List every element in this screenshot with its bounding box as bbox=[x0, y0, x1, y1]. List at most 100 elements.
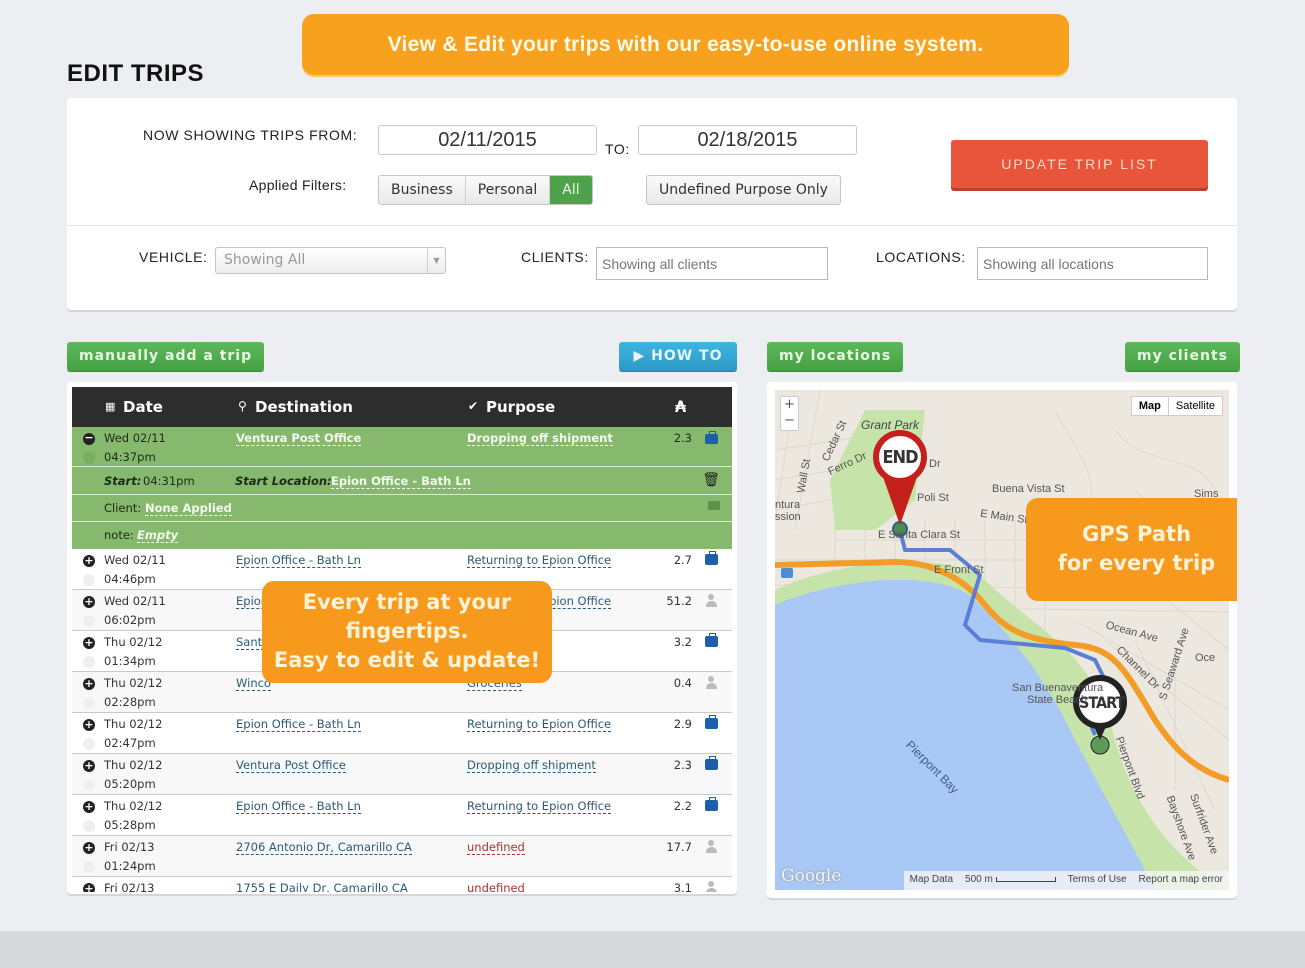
trip-row[interactable]: + Thu 02/12 02:47pm Epion Office - Bath Ln R… bbox=[72, 713, 732, 754]
expand-icon[interactable]: + bbox=[83, 555, 95, 567]
trip-row[interactable]: + Thu 02/12 05:20pm Ventura Post Office Drop… bbox=[72, 754, 732, 795]
map-type-map[interactable]: Map bbox=[1132, 397, 1169, 415]
to-label: TO: bbox=[605, 141, 630, 157]
how-to-button[interactable]: ▶ HOW TO bbox=[619, 342, 737, 371]
status-dot bbox=[83, 615, 95, 627]
trip-row[interactable]: + Fri 02/13 01:24pm 2706 Antonio Dr, Camari… bbox=[72, 836, 732, 877]
trip-date: Fri 02/13 bbox=[104, 881, 155, 892]
trip-purpose-link[interactable]: Returning to Epion Office bbox=[467, 799, 612, 814]
trip-purpose-link[interactable]: undefined bbox=[467, 881, 525, 892]
filter-divider bbox=[67, 225, 1237, 226]
expand-icon[interactable]: + bbox=[83, 842, 95, 854]
trip-row[interactable]: + Thu 02/12 05:28pm Epion Office - Bath Ln R… bbox=[72, 795, 732, 836]
expand-icon[interactable]: + bbox=[83, 760, 95, 772]
trip-miles: 2.7 bbox=[673, 553, 692, 567]
trip-date: Wed 02/11 bbox=[104, 594, 166, 608]
expand-icon[interactable]: + bbox=[83, 637, 95, 649]
header-purpose[interactable]: Purpose bbox=[486, 398, 555, 416]
manually-add-trip-button[interactable]: manually add a trip bbox=[67, 342, 265, 371]
trip-destination-link[interactable]: Epion Office - Bath Ln bbox=[236, 553, 361, 568]
update-trip-list-button[interactable]: UPDATE TRIP LIST bbox=[951, 140, 1208, 188]
expand-icon[interactable]: + bbox=[83, 801, 95, 813]
trip-destination-link[interactable]: Ventura Post Office bbox=[236, 758, 346, 773]
person-icon[interactable] bbox=[705, 676, 718, 689]
trip-table-header: ▦ Date ⚲ Destination ✔ Purpose ₳ bbox=[72, 387, 732, 427]
map-label: E Santa Clara St bbox=[878, 529, 960, 541]
trip-destination-link[interactable]: Epion Office - Bath Ln bbox=[236, 799, 361, 814]
from-label: NOW SHOWING TRIPS FROM: bbox=[143, 127, 358, 143]
trip-miles: 2.3 bbox=[673, 431, 692, 445]
trip-time: 01:24pm bbox=[104, 859, 156, 873]
person-icon[interactable] bbox=[705, 594, 718, 607]
terms-link[interactable]: Terms of Use bbox=[1062, 871, 1133, 890]
my-locations-button[interactable]: my locations bbox=[767, 342, 904, 371]
trip-table-card: ▦ Date ⚲ Destination ✔ Purpose ₳ − Wed 0… bbox=[67, 382, 737, 894]
note-link[interactable]: Empty bbox=[137, 528, 179, 543]
trip-purpose-link[interactable]: Returning to Epion Office bbox=[467, 553, 612, 568]
filter-business[interactable]: Business bbox=[379, 176, 466, 204]
person-icon[interactable] bbox=[705, 840, 718, 853]
trip-row[interactable]: + Fri 02/13 1755 E Daily Dr, Camarillo CA u… bbox=[72, 877, 732, 892]
filter-panel: NOW SHOWING TRIPS FROM: 02/11/2015 TO: 0… bbox=[67, 98, 1237, 310]
from-date-input[interactable]: 02/11/2015 bbox=[378, 125, 597, 155]
briefcase-icon[interactable] bbox=[705, 756, 718, 770]
trip-map[interactable]: END START Grant Park Cedar St Wall St Fe… bbox=[775, 390, 1229, 890]
trip-destination-link[interactable]: 2706 Antonio Dr, Camarillo CA bbox=[236, 840, 412, 855]
callout-line: Every trip at your bbox=[302, 590, 512, 614]
start-location-label: Start Location: bbox=[235, 474, 332, 488]
briefcase-icon[interactable] bbox=[705, 431, 718, 444]
trip-purpose-link[interactable]: Dropping off shipment bbox=[467, 758, 596, 773]
trip-destination-link[interactable]: Epion Office - Bath Ln bbox=[236, 717, 361, 732]
expand-icon[interactable]: + bbox=[83, 596, 95, 608]
trip-date: Wed 02/11 bbox=[104, 553, 166, 567]
trash-icon[interactable]: 🗑 bbox=[702, 472, 720, 488]
my-clients-button[interactable]: my clients bbox=[1125, 342, 1240, 371]
header-destination[interactable]: Destination bbox=[255, 398, 353, 416]
callout-line: fingertips. bbox=[345, 619, 469, 643]
zoom-in-button[interactable]: + bbox=[781, 397, 798, 413]
page-footer-band bbox=[0, 931, 1305, 968]
locations-input[interactable] bbox=[977, 247, 1208, 280]
zoom-out-button[interactable]: − bbox=[781, 413, 798, 429]
filter-personal[interactable]: Personal bbox=[465, 176, 551, 204]
unlock-icon[interactable] bbox=[708, 501, 720, 510]
header-date[interactable]: Date bbox=[123, 398, 163, 416]
expand-icon[interactable]: + bbox=[83, 883, 95, 892]
trip-destination-link[interactable]: Ventura Post Office bbox=[236, 431, 362, 446]
trip-time: 02:47pm bbox=[104, 736, 156, 750]
client-link[interactable]: None Applied bbox=[145, 501, 232, 516]
trip-purpose-link[interactable]: undefined bbox=[467, 840, 525, 855]
end-pin[interactable]: END bbox=[873, 430, 927, 484]
start-location-link[interactable]: Epion Office - Bath Ln bbox=[331, 474, 471, 489]
map-type-satellite[interactable]: Satellite bbox=[1169, 397, 1222, 415]
briefcase-icon[interactable] bbox=[705, 551, 718, 565]
map-callout: GPS Path for every trip bbox=[1026, 498, 1237, 601]
vehicle-select[interactable]: Showing All ▼ bbox=[215, 247, 446, 274]
filter-all[interactable]: All bbox=[550, 176, 592, 204]
trip-destination-link[interactable]: 1755 E Daily Dr, Camarillo CA bbox=[236, 881, 408, 892]
trip-date: Thu 02/12 bbox=[104, 635, 163, 649]
map-data-link[interactable]: Map Data bbox=[904, 871, 959, 890]
briefcase-icon[interactable] bbox=[705, 797, 718, 811]
trip-time: 05:28pm bbox=[104, 818, 156, 832]
trip-miles: 0.4 bbox=[673, 676, 692, 690]
undefined-purpose-only-button[interactable]: Undefined Purpose Only bbox=[646, 175, 841, 205]
callout-line: GPS Path bbox=[1081, 522, 1192, 546]
briefcase-icon[interactable] bbox=[705, 715, 718, 729]
status-dot bbox=[83, 656, 95, 668]
start-label: Start: bbox=[104, 474, 142, 488]
to-date-input[interactable]: 02/18/2015 bbox=[638, 125, 857, 155]
report-map-error-link[interactable]: Report a map error bbox=[1133, 871, 1229, 890]
trip-date: Fri 02/13 bbox=[104, 840, 155, 854]
expanded-trip: − Wed 02/11 04:37pm Ventura Post Office … bbox=[72, 427, 732, 549]
clients-input[interactable] bbox=[596, 247, 828, 280]
expanded-trip-summary[interactable]: − Wed 02/11 04:37pm Ventura Post Office … bbox=[72, 427, 732, 467]
expand-icon[interactable]: + bbox=[83, 719, 95, 731]
trip-purpose-link[interactable]: Returning to Epion Office bbox=[467, 717, 612, 732]
person-icon[interactable] bbox=[705, 881, 718, 892]
trip-purpose-link[interactable]: Dropping off shipment bbox=[467, 431, 613, 446]
briefcase-icon[interactable] bbox=[705, 633, 718, 647]
collapse-icon[interactable]: − bbox=[83, 432, 95, 445]
expand-icon[interactable]: + bbox=[83, 678, 95, 690]
purpose-filter-segmented: Business Personal All bbox=[378, 175, 593, 205]
